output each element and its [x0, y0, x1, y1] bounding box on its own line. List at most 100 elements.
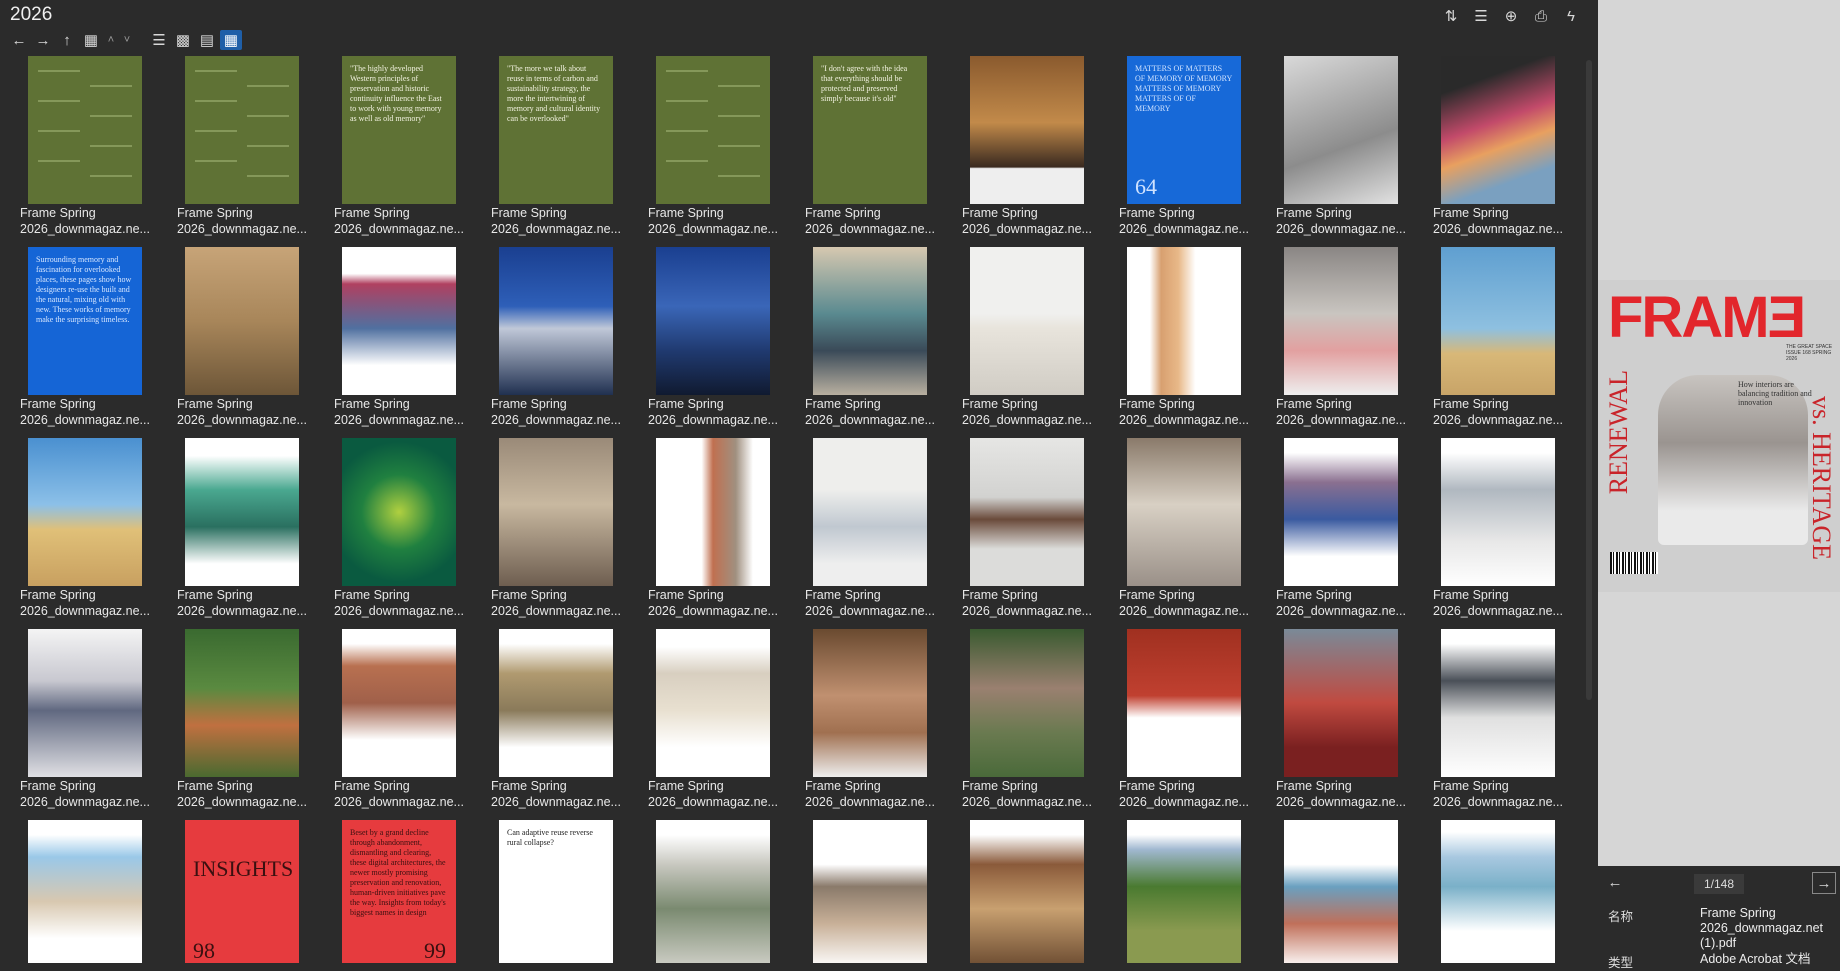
thumbnail-image [499, 247, 613, 395]
file-name-line2: 2026_downmagaz.ne... [20, 604, 150, 618]
thumbnails-view-icon[interactable]: ▦ [220, 30, 242, 50]
thumbnail-item[interactable]: Frame Spring2026_downmagaz.ne... [1272, 820, 1422, 963]
file-name-line1: Frame Spring [1276, 588, 1352, 602]
file-name-line2: 2026_downmagaz.ne... [805, 413, 935, 427]
thumbnail-item[interactable]: Frame Spring2026_downmagaz.ne... [16, 438, 166, 628]
thumbnail-item[interactable]: Frame Spring2026_downmagaz.ne... [644, 56, 794, 246]
page-number[interactable]: 1/148 [1694, 874, 1744, 894]
details-view-icon[interactable]: ☰ [148, 30, 170, 50]
text-line [666, 70, 708, 72]
thumbnail-text: Beset by a grand decline through abandon… [350, 828, 446, 917]
folder-icon[interactable]: ▦ [80, 30, 102, 50]
file-browser: 2026 ← → ↑ ▦ ˄ ˅ ☰ ▩ ▤ ▦ ⇅ ☰ ⊕ ⎙ ϟ Frame… [0, 0, 1596, 963]
list-view-icon[interactable]: ▩ [172, 30, 194, 50]
up-arrow-icon[interactable]: ↑ [56, 30, 78, 50]
thumbnail-item[interactable]: Frame Spring2026_downmagaz.ne... [1272, 247, 1422, 437]
chevron-down-icon[interactable]: ˅ [120, 30, 134, 50]
thumbnail-item[interactable]: Frame Spring2026_downmagaz.ne... [173, 56, 323, 246]
thumbnail-item[interactable]: Frame Spring2026_downmagaz.ne... [801, 629, 951, 819]
thumbnail-item[interactable]: Beset by a grand decline through abandon… [330, 820, 480, 963]
next-page-icon[interactable]: → [1812, 872, 1836, 894]
thumbnail-image [656, 247, 770, 395]
thumbnail-item[interactable]: Frame Spring2026_downmagaz.ne... [173, 438, 323, 628]
file-name-line2: 2026_downmagaz.ne... [805, 222, 935, 236]
thumbnail-item[interactable]: Frame Spring2026_downmagaz.ne... [1272, 56, 1422, 246]
thumbnail-item[interactable]: Frame Spring2026_downmagaz.ne... [958, 820, 1108, 963]
list-icon[interactable]: ☰ [1470, 5, 1492, 27]
thumbnail-item[interactable]: Frame Spring2026_downmagaz.ne... [644, 247, 794, 437]
thumbnail-item[interactable]: Frame Spring2026_downmagaz.ne... [1272, 629, 1422, 819]
thumbnail-item[interactable]: Frame Spring2026_downmagaz.ne... [1115, 629, 1265, 819]
prev-page-icon[interactable]: ← [1604, 872, 1626, 892]
text-line [90, 85, 132, 87]
thumbnail-item[interactable]: Can adaptive reuse reverse rural collaps… [487, 820, 637, 963]
file-name-line1: Frame Spring [648, 397, 724, 411]
thumbnail-item[interactable]: Frame Spring2026_downmagaz.ne... [958, 629, 1108, 819]
file-name-line1: Frame Spring [962, 588, 1038, 602]
thumbnail-text: "The more we talk about reuse in terms o… [507, 64, 601, 123]
thumbnail-item[interactable]: Frame Spring2026_downmagaz.ne... [16, 56, 166, 246]
thumbnail-item[interactable]: Frame Spring2026_downmagaz.ne... [958, 438, 1108, 628]
text-line [90, 145, 132, 147]
thumbnail-item[interactable]: Frame Spring2026_downmagaz.ne... [1115, 820, 1265, 963]
page-number-label: 98 [193, 938, 215, 963]
thumbnail-item[interactable]: Frame Spring2026_downmagaz.ne... [330, 247, 480, 437]
bolt-icon[interactable]: ϟ [1560, 5, 1582, 27]
thumbnail-image [1441, 438, 1555, 586]
thumbnail-item[interactable]: Frame Spring2026_downmagaz.ne... [1429, 56, 1579, 246]
text-line [90, 115, 132, 117]
scrollbar[interactable] [1586, 60, 1592, 700]
add-circle-icon[interactable]: ⊕ [1500, 5, 1522, 27]
thumbnail-text: Can adaptive reuse reverse rural collaps… [507, 828, 593, 847]
thumbnail-item[interactable]: "The more we talk about reuse in terms o… [487, 56, 637, 246]
thumbnail-image [1441, 56, 1555, 204]
back-arrow-icon[interactable]: ← [8, 30, 30, 50]
thumbnail-item[interactable]: Frame Spring2026_downmagaz.ne... [1429, 629, 1579, 819]
text-line [195, 70, 237, 72]
thumbnail-item[interactable]: Frame Spring2026_downmagaz.ne... [1429, 820, 1579, 963]
thumbnail-item[interactable]: Frame Spring2026_downmagaz.ne... [16, 820, 166, 963]
thumbnail-item[interactable]: Frame Spring2026_downmagaz.ne... [1429, 438, 1579, 628]
thumbnail-image [1284, 629, 1398, 777]
tiles-view-icon[interactable]: ▤ [196, 30, 218, 50]
thumbnail-item[interactable]: Frame Spring2026_downmagaz.ne... [644, 629, 794, 819]
thumbnail-item[interactable]: Frame Spring2026_downmagaz.ne... [1115, 247, 1265, 437]
forward-arrow-icon[interactable]: → [32, 30, 54, 50]
file-name-line2: 2026_downmagaz.ne... [334, 604, 464, 618]
file-name-line1: Frame Spring [177, 779, 253, 793]
sort-icon[interactable]: ⇅ [1440, 5, 1462, 27]
chevron-up-icon[interactable]: ˄ [104, 30, 118, 50]
thumbnail-item[interactable]: Frame Spring2026_downmagaz.ne... [330, 438, 480, 628]
text-line [195, 130, 237, 132]
thumbnail-item[interactable]: Frame Spring2026_downmagaz.ne... [173, 247, 323, 437]
thumbnail-item[interactable]: Frame Spring2026_downmagaz.ne... [958, 56, 1108, 246]
thumbnail-item[interactable]: Surrounding memory and fascination for o… [16, 247, 166, 437]
file-name-line2: 2026_downmagaz.ne... [648, 604, 778, 618]
thumbnail-item[interactable]: Frame Spring2026_downmagaz.ne... [1429, 247, 1579, 437]
thumbnail-item[interactable]: Frame Spring2026_downmagaz.ne... [330, 629, 480, 819]
file-name-line1: Frame Spring [648, 779, 724, 793]
thumbnail-item[interactable]: Frame Spring2026_downmagaz.ne... [801, 820, 951, 963]
thumbnail-item[interactable]: Frame Spring2026_downmagaz.ne... [487, 247, 637, 437]
thumbnail-item[interactable]: Frame Spring2026_downmagaz.ne... [958, 247, 1108, 437]
thumbnail-item[interactable]: Frame Spring2026_downmagaz.ne... [16, 629, 166, 819]
thumbnail-item[interactable]: Frame Spring2026_downmagaz.ne... [487, 629, 637, 819]
thumbnail-item[interactable]: Frame Spring2026_downmagaz.ne... [801, 247, 951, 437]
thumbnail-item[interactable]: Frame Spring2026_downmagaz.ne... [644, 820, 794, 963]
thumbnail-item[interactable]: "The highly developed Western principles… [330, 56, 480, 246]
thumbnail-image [813, 629, 927, 777]
thumbnail-item[interactable]: Frame Spring2026_downmagaz.ne... [173, 629, 323, 819]
file-name-line1: Frame Spring [1119, 206, 1195, 220]
thumbnail-item[interactable]: Frame Spring2026_downmagaz.ne... [801, 438, 951, 628]
cover-issue-text: THE GREAT SPACE ISSUE 168 SPRING 2026 [1786, 344, 1833, 362]
thumbnail-item[interactable]: Frame Spring2026_downmagaz.ne... [487, 438, 637, 628]
thumbnail-item[interactable]: INSIGHTS98Frame Spring2026_downmagaz.ne.… [173, 820, 323, 963]
thumbnail-item[interactable]: MATTERS OF MATTERS OF MEMORY OF MEMORY M… [1115, 56, 1265, 246]
thumbnail-item[interactable]: Frame Spring2026_downmagaz.ne... [1272, 438, 1422, 628]
clipboard-icon[interactable]: ⎙ [1530, 5, 1552, 27]
text-line [666, 100, 708, 102]
thumbnail-item[interactable]: Frame Spring2026_downmagaz.ne... [1115, 438, 1265, 628]
file-name-line1: Frame Spring [1433, 397, 1509, 411]
thumbnail-item[interactable]: Frame Spring2026_downmagaz.ne... [644, 438, 794, 628]
thumbnail-item[interactable]: "I don't agree with the idea that everyt… [801, 56, 951, 246]
